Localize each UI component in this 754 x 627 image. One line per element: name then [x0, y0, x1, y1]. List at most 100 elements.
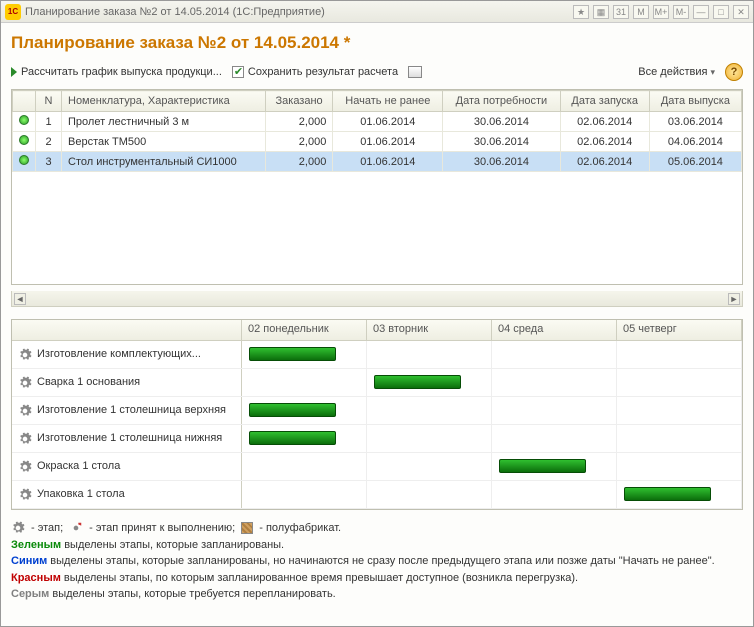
calc-icon[interactable]: ▦: [593, 5, 609, 19]
cell-n: 3: [36, 152, 62, 172]
cell-start: 02.06.2014: [560, 132, 649, 152]
table-row[interactable]: 3Стол инструментальный СИ10002,00001.06.…: [13, 152, 742, 172]
gantt-task-name: Упаковка 1 стола: [12, 481, 242, 508]
gear-icon: [18, 460, 32, 474]
col-n[interactable]: N: [36, 91, 62, 112]
gantt-cells: [242, 369, 742, 396]
gantt-cell: [492, 341, 617, 368]
cell-name: Верстак ТМ500: [62, 132, 266, 152]
page-title: Планирование заказа №2 от 14.05.2014 *: [11, 29, 743, 55]
maximize-button[interactable]: □: [713, 5, 729, 19]
gantt-row[interactable]: Изготовление 1 столешница верхняя: [12, 397, 742, 425]
gantt-cell: [492, 453, 617, 480]
gantt-cell: [367, 453, 492, 480]
gantt-cell: [492, 397, 617, 424]
semi-icon: [241, 522, 253, 534]
gantt-bar[interactable]: [249, 347, 336, 361]
all-actions-menu[interactable]: Все действия: [638, 66, 715, 78]
gantt-cells: [242, 425, 742, 452]
cell-name: Пролет лестничный 3 м: [62, 112, 266, 132]
col-start-date[interactable]: Дата запуска: [560, 91, 649, 112]
print-icon: [408, 66, 422, 78]
legend-red-label: Красным: [11, 572, 61, 584]
table-header-row: N Номенклатура, Характеристика Заказано …: [13, 91, 742, 112]
gantt-row[interactable]: Изготовление 1 столешница нижняя: [12, 425, 742, 453]
gantt-bar[interactable]: [499, 459, 586, 473]
col-release-date[interactable]: Дата выпуска: [649, 91, 741, 112]
legend-green-label: Зеленым: [11, 539, 61, 551]
gantt-cell: [492, 425, 617, 452]
gantt-cells: [242, 341, 742, 368]
gantt-bar[interactable]: [249, 403, 336, 417]
gantt-bar[interactable]: [624, 487, 711, 501]
col-ordered[interactable]: Заказано: [265, 91, 332, 112]
gantt-header: 02 понедельник 03 вторник 04 среда 05 че…: [12, 320, 742, 341]
cell-start: 02.06.2014: [560, 112, 649, 132]
gear-icon: [18, 376, 32, 390]
legend-gray-text: выделены этапы, которые требуется перепл…: [49, 588, 335, 600]
cell-release: 05.06.2014: [649, 152, 741, 172]
gantt-cell: [242, 397, 367, 424]
col-nomen[interactable]: Номенклатура, Характеристика: [62, 91, 266, 112]
gantt-cell: [617, 425, 742, 452]
gantt-row[interactable]: Изготовление комплектующих...: [12, 341, 742, 369]
minimize-button[interactable]: —: [693, 5, 709, 19]
calendar-icon[interactable]: 31: [613, 5, 629, 19]
gantt-day-3: 05 четверг: [617, 320, 742, 340]
calc-schedule-label: Рассчитать график выпуска продукци...: [21, 66, 222, 78]
cell-n: 2: [36, 132, 62, 152]
gantt-row[interactable]: Упаковка 1 стола: [12, 481, 742, 509]
chevron-down-icon: [710, 66, 715, 78]
legend-gray-label: Серым: [11, 588, 49, 600]
m-icon[interactable]: M: [633, 5, 649, 19]
gear-icon: [18, 432, 32, 446]
print-button[interactable]: [408, 66, 422, 78]
save-result-label: Сохранить результат расчета: [248, 66, 398, 78]
table-row[interactable]: 1Пролет лестничный 3 м2,00001.06.201430.…: [13, 112, 742, 132]
play-icon: [11, 67, 17, 77]
gantt-row[interactable]: Окраска 1 стола: [12, 453, 742, 481]
close-button[interactable]: ✕: [733, 5, 749, 19]
cell-need: 30.06.2014: [443, 132, 560, 152]
gantt-cell: [367, 341, 492, 368]
table-hscrollbar[interactable]: ◄ ►: [11, 291, 743, 307]
gantt-chart: 02 понедельник 03 вторник 04 среда 05 че…: [11, 319, 743, 510]
save-result-button[interactable]: Сохранить результат расчета: [232, 66, 398, 78]
gantt-cell: [617, 341, 742, 368]
gantt-task-name: Изготовление 1 столешница нижняя: [12, 425, 242, 452]
col-not-before[interactable]: Начать не ранее: [333, 91, 443, 112]
gantt-cell: [492, 481, 617, 508]
legend-red-text: выделены этапы, по которым запланированн…: [61, 572, 578, 584]
toolbar: Рассчитать график выпуска продукци... Со…: [11, 61, 743, 83]
table-row[interactable]: 2Верстак ТМ5002,00001.06.201430.06.20140…: [13, 132, 742, 152]
cell-ordered: 2,000: [265, 152, 332, 172]
cell-not-before: 01.06.2014: [333, 152, 443, 172]
legend-stage-accepted: - этап принят к выполнению;: [89, 520, 235, 537]
gantt-cell: [367, 397, 492, 424]
favorite-icon[interactable]: ★: [573, 5, 589, 19]
gantt-task-name: Изготовление комплектующих...: [12, 341, 242, 368]
gantt-task-name: Сварка 1 основания: [12, 369, 242, 396]
gantt-day-0: 02 понедельник: [242, 320, 367, 340]
help-button[interactable]: ?: [725, 63, 743, 81]
scroll-right-icon[interactable]: ►: [728, 293, 740, 305]
cell-release: 04.06.2014: [649, 132, 741, 152]
m-plus-icon[interactable]: M+: [653, 5, 669, 19]
cell-n: 1: [36, 112, 62, 132]
scroll-left-icon[interactable]: ◄: [14, 293, 26, 305]
col-need-date[interactable]: Дата потребности: [443, 91, 560, 112]
app-window: 1С Планирование заказа №2 от 14.05.2014 …: [0, 0, 754, 627]
gantt-row[interactable]: Сварка 1 основания: [12, 369, 742, 397]
gantt-cell: [492, 369, 617, 396]
legend: - этап; - этап принят к выполнению; - по…: [11, 516, 743, 603]
calc-schedule-button[interactable]: Рассчитать график выпуска продукци...: [11, 66, 222, 78]
app-icon: 1С: [5, 4, 21, 20]
m-minus-icon[interactable]: M-: [673, 5, 689, 19]
gear-flag-icon: [69, 521, 83, 535]
check-icon: [232, 66, 244, 78]
gantt-bar[interactable]: [249, 431, 336, 445]
gantt-cell: [617, 397, 742, 424]
gear-icon: [18, 488, 32, 502]
gantt-bar[interactable]: [374, 375, 461, 389]
cell-start: 02.06.2014: [560, 152, 649, 172]
